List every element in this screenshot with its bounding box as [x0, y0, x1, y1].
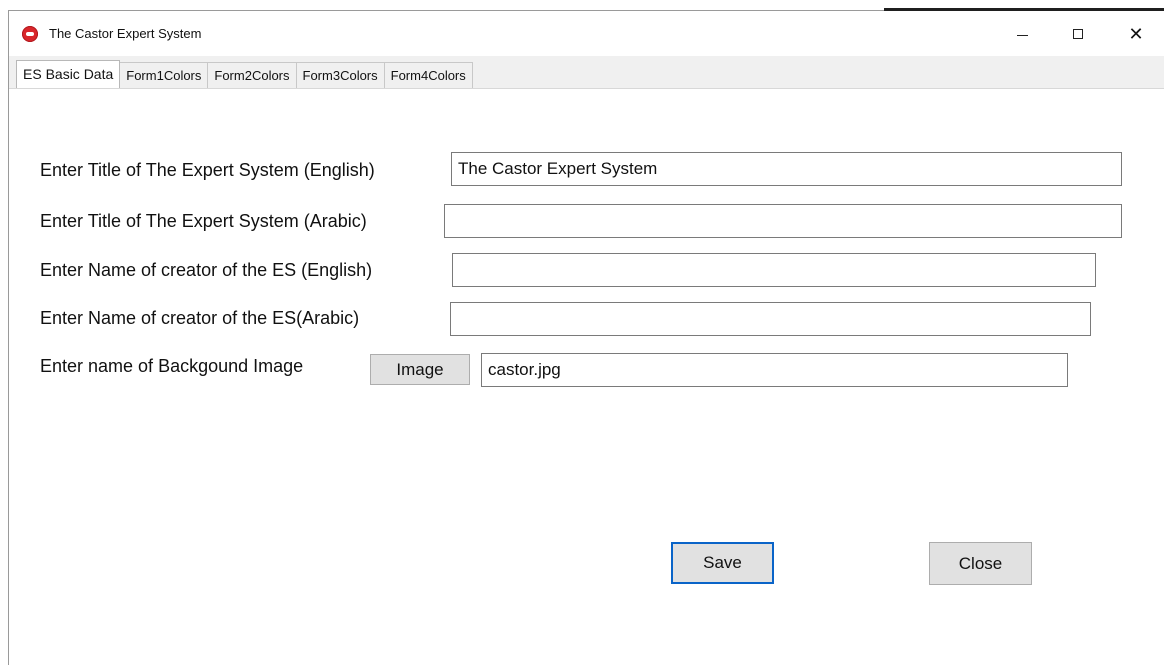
creator-english-input[interactable]	[452, 253, 1096, 287]
tab-strip: ES Basic Data Form1Colors Form2Colors Fo…	[16, 60, 473, 88]
tab-form1colors[interactable]: Form1Colors	[119, 62, 209, 88]
tab-form3colors[interactable]: Form3Colors	[295, 62, 385, 88]
window-top-border	[8, 10, 884, 11]
tab-bar: ES Basic Data Form1Colors Form2Colors Fo…	[9, 56, 1164, 88]
close-icon: ✕	[1128, 23, 1144, 45]
creator-arabic-input[interactable]	[450, 302, 1091, 336]
maximize-icon	[1073, 29, 1083, 39]
creator-arabic-label: Enter Name of creator of the ES(Arabic)	[40, 308, 360, 328]
tab-form4colors[interactable]: Form4Colors	[383, 62, 473, 88]
close-button[interactable]: Close	[929, 542, 1032, 585]
app-logo-icon	[22, 26, 38, 42]
tab-form2colors[interactable]: Form2Colors	[207, 62, 297, 88]
title-arabic-label: Enter Title of The Expert System (Arabic…	[40, 211, 367, 231]
title-bar[interactable]: The Castor Expert System ✕	[9, 12, 1164, 56]
tab-es-basic-data[interactable]: ES Basic Data	[16, 60, 121, 88]
image-browse-button[interactable]: Image	[370, 354, 470, 385]
app-window: The Castor Expert System ✕ ES Basic Data…	[0, 0, 1164, 666]
minimize-button[interactable]	[999, 12, 1045, 56]
background-image-label: Enter name of Backgound Image	[40, 356, 304, 376]
title-english-label: Enter Title of The Expert System (Englis…	[40, 160, 375, 180]
background-window-edge	[884, 8, 1164, 11]
save-button[interactable]: Save	[671, 542, 774, 584]
creator-english-label: Enter Name of creator of the ES (English…	[40, 260, 373, 280]
window-title: The Castor Expert System	[49, 26, 202, 41]
background-image-input[interactable]	[481, 353, 1068, 387]
title-english-input[interactable]	[451, 152, 1122, 186]
maximize-button[interactable]	[1055, 12, 1101, 56]
minimize-icon	[1016, 34, 1028, 36]
title-arabic-input[interactable]	[444, 204, 1122, 238]
close-window-button[interactable]: ✕	[1113, 12, 1159, 56]
